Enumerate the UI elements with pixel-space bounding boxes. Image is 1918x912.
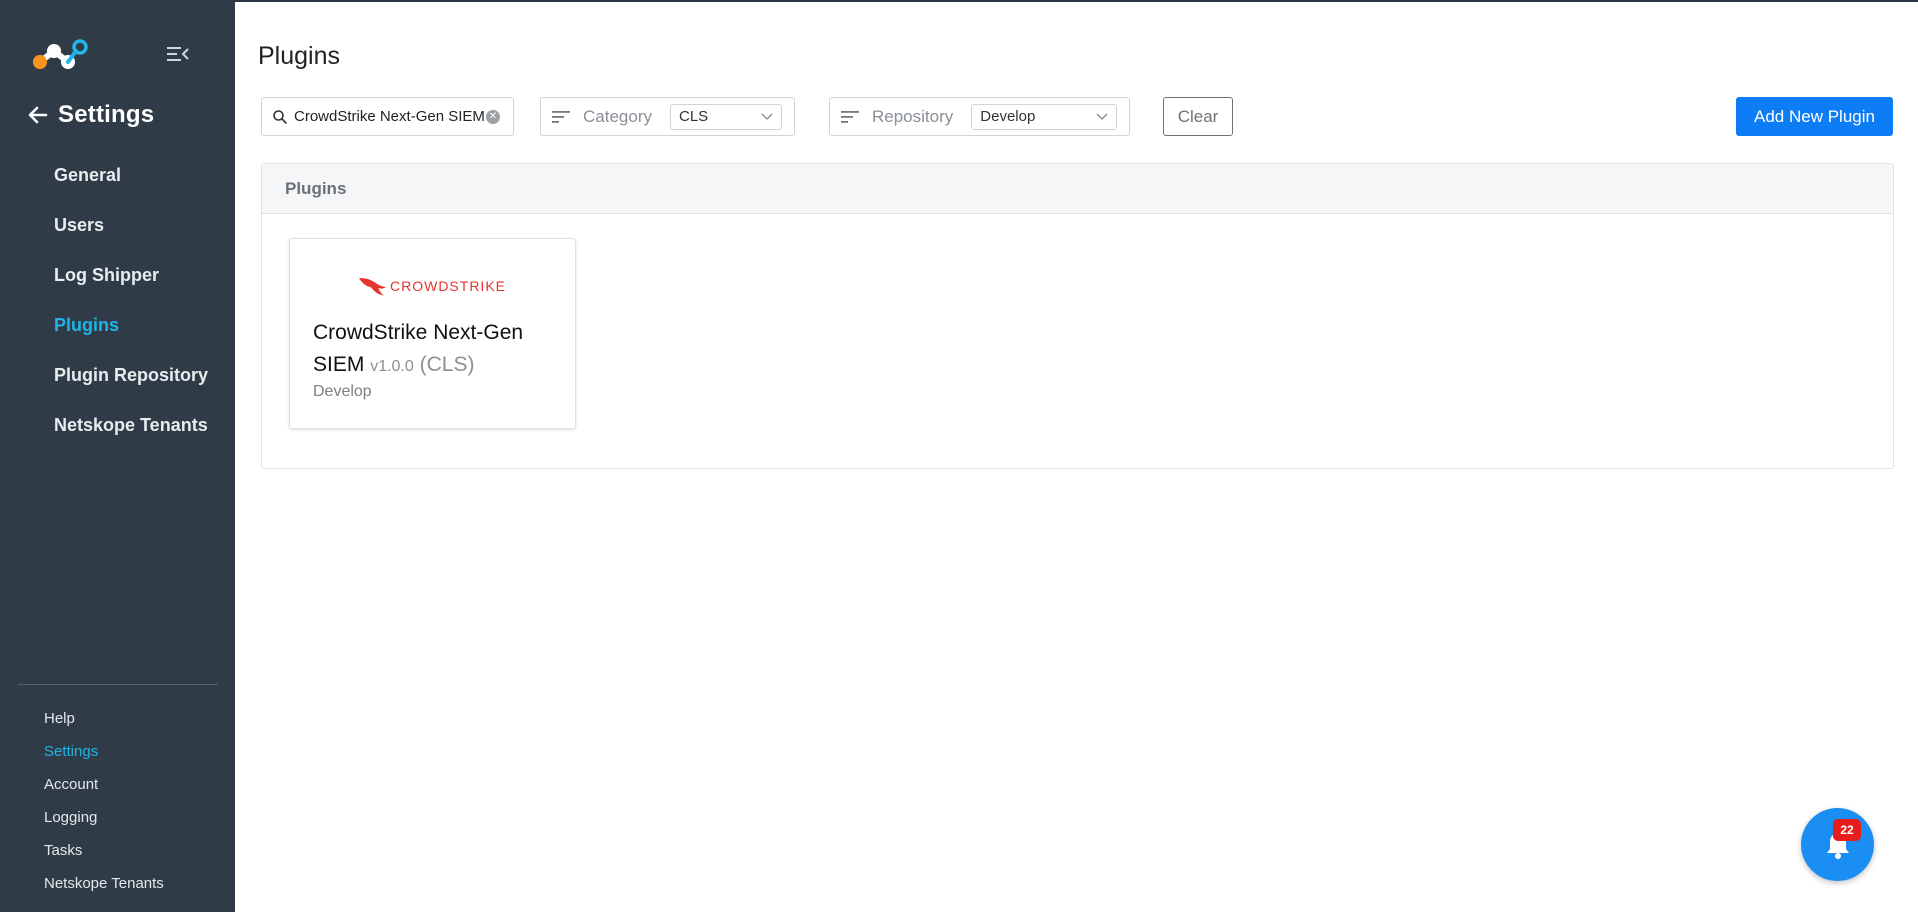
arrow-left-icon <box>28 106 48 124</box>
bottom-nav-account[interactable]: Account <box>0 768 235 801</box>
bottom-nav-help[interactable]: Help <box>0 702 235 735</box>
category-filter: Category CLS <box>540 97 795 136</box>
filter-icon <box>841 110 859 123</box>
bottom-nav-settings[interactable]: Settings <box>0 735 235 768</box>
panel-title: Plugins <box>262 164 1893 214</box>
brand-text: CROWDSTRIKE <box>390 278 506 294</box>
bottom-nav-tasks[interactable]: Tasks <box>0 834 235 867</box>
plugins-panel: Plugins CROWDSTRIKE CrowdStrike Next-Gen… <box>261 163 1894 469</box>
plugin-category: (CLS) <box>419 353 475 376</box>
category-select[interactable]: CLS <box>669 103 782 130</box>
search-box: ✕ <box>261 97 514 136</box>
falcon-icon <box>358 278 387 296</box>
sidebar-item-general[interactable]: General <box>0 150 235 200</box>
bottom-nav: Help Settings Account Logging Tasks Nets… <box>0 702 235 900</box>
app-logo[interactable] <box>32 38 90 72</box>
plugin-version: v1.0.0 <box>370 358 414 375</box>
page-title: Plugins <box>258 42 340 70</box>
sidebar-item-plugin-repository[interactable]: Plugin Repository <box>0 350 235 400</box>
clear-search-icon[interactable]: ✕ <box>486 109 500 124</box>
chevron-down-icon <box>761 113 773 120</box>
plugin-title: CrowdStrike Next-Gen SIEM <box>313 321 524 376</box>
sidebar-item-log-shipper[interactable]: Log Shipper <box>0 250 235 300</box>
repository-select[interactable]: Develop <box>971 103 1118 130</box>
search-input[interactable] <box>294 108 484 125</box>
category-label: Category <box>583 106 652 126</box>
filter-icon <box>552 110 570 123</box>
sidebar-item-users[interactable]: Users <box>0 200 235 250</box>
category-value: CLS <box>678 108 709 125</box>
sidebar-item-netskope-tenants[interactable]: Netskope Tenants <box>0 400 235 450</box>
repository-label: Repository <box>872 106 954 126</box>
sidebar-item-plugins[interactable]: Plugins <box>0 300 235 350</box>
plugin-name: CrowdStrike Next-Gen SIEM v1.0.0 (CLS) <box>313 317 563 383</box>
add-new-plugin-button[interactable]: Add New Plugin <box>1736 97 1893 136</box>
search-icon <box>273 109 287 124</box>
collapse-sidebar-icon[interactable] <box>166 44 190 64</box>
bottom-nav-netskope-tenants[interactable]: Netskope Tenants <box>0 867 235 900</box>
settings-nav: General Users Log Shipper Plugins Plugin… <box>0 150 235 450</box>
bottom-nav-logging[interactable]: Logging <box>0 801 235 834</box>
settings-title: Settings <box>58 101 155 128</box>
plugin-card[interactable]: CROWDSTRIKE CrowdStrike Next-Gen SIEM v1… <box>289 238 576 429</box>
plugin-repository: Develop <box>313 383 372 400</box>
sidebar-divider <box>18 684 218 685</box>
repository-filter: Repository Develop <box>829 97 1130 136</box>
sidebar: Settings General Users Log Shipper Plugi… <box>0 0 235 912</box>
chevron-down-icon <box>1096 113 1108 120</box>
top-border <box>0 0 1918 2</box>
clear-filters-button[interactable]: Clear <box>1163 97 1233 136</box>
notification-count-badge: 22 <box>1833 819 1861 841</box>
crowdstrike-logo: CROWDSTRIKE <box>358 274 506 298</box>
settings-back-link[interactable]: Settings <box>26 99 154 131</box>
repository-value: Develop <box>980 108 1036 125</box>
